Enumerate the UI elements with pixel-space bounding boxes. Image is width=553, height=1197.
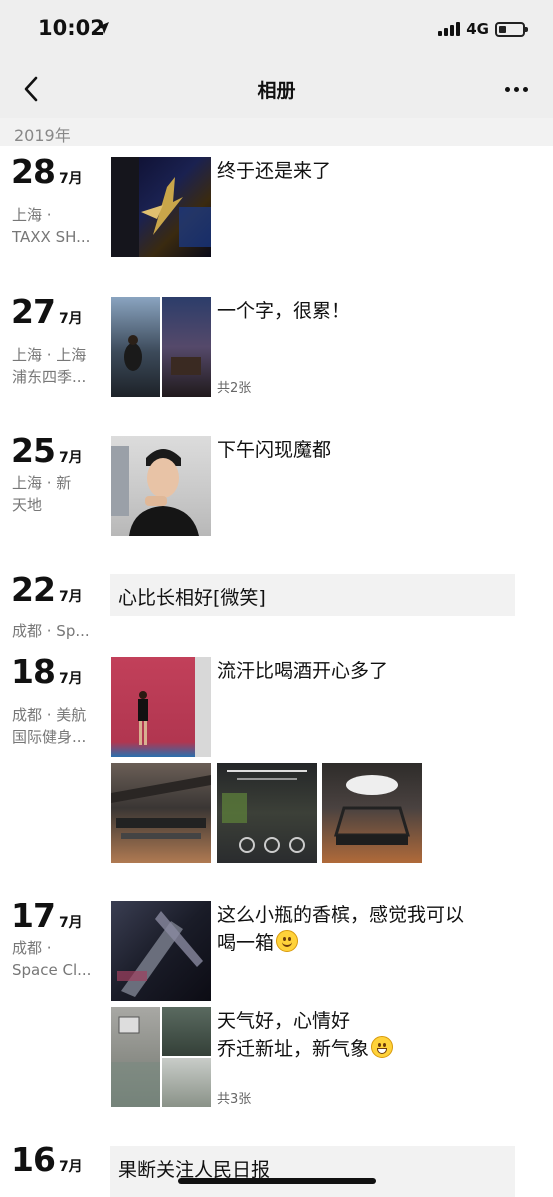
network-type: 4G	[466, 20, 489, 38]
photo-thumbnail[interactable]	[111, 297, 211, 397]
location-line: 成都 · 美航	[12, 706, 87, 724]
year-label: 2019年	[14, 126, 71, 145]
photo-thumbnail[interactable]	[111, 436, 211, 536]
entry-month: 7月	[58, 589, 83, 605]
location-line: Space Cl...	[12, 961, 92, 979]
photo-count: 共3张	[217, 1092, 252, 1107]
entry-location: 成都 · 美航 国际健身...	[12, 704, 107, 748]
location-arrow-icon	[96, 20, 110, 39]
signal-icon	[438, 22, 461, 36]
location-line: 成都 · Sp...	[12, 622, 90, 640]
entry-caption: 终于还是来了	[217, 160, 332, 182]
entry-caption: 流汗比喝酒开心多了	[217, 660, 389, 682]
entry-date: 22 7月	[11, 570, 83, 609]
location-line: 浦东四季...	[12, 368, 87, 386]
entry-month: 7月	[58, 671, 83, 687]
location-line: 上海 · 上海	[12, 346, 87, 364]
timeline-entry: 27 7月 上海 · 上海 浦东四季... 一个字，很累！ 共2张	[0, 292, 553, 407]
entry-caption-2: 天气好，心情好 乔迁新址，新气象	[217, 1007, 394, 1063]
page-title: 相册	[257, 80, 296, 102]
entry-date: 18 7月	[11, 652, 83, 691]
entry-location: 上海 · TAXX SH...	[12, 204, 107, 248]
timeline-entry: 18 7月 成都 · 美航 国际健身... 流汗比喝酒开心多了	[0, 652, 553, 867]
location-line: 天地	[12, 496, 43, 514]
entry-month: 7月	[58, 915, 83, 931]
timeline-entry: 17 7月 成都 · Space Cl... 这么小瓶的香槟，感觉我可以 喝一箱 …	[0, 896, 553, 1111]
photo-thumbnail[interactable]	[111, 901, 211, 1001]
entry-date: 17 7月	[11, 896, 83, 935]
entry-caption: 一个字，很累！	[217, 300, 351, 322]
photo-thumbnail[interactable]	[111, 157, 211, 257]
entry-date: 25 7月	[11, 431, 83, 470]
status-time: 10:02	[38, 16, 105, 40]
timeline-entry: 28 7月 上海 · TAXX SH... 终于还是来了	[0, 152, 553, 267]
entry-location: 上海 · 上海 浦东四季...	[12, 344, 107, 388]
timeline-entry: 25 7月 上海 · 新 天地 下午闪现魔都	[0, 431, 553, 546]
entry-date: 27 7月	[11, 292, 83, 331]
status-indicators: 4G	[438, 20, 528, 38]
text-post-card[interactable]: 果断关注人民日报	[110, 1146, 515, 1197]
photo-thumbnail[interactable]	[217, 763, 317, 863]
entry-day: 17	[11, 896, 56, 935]
caption-line: 喝一箱	[217, 929, 464, 957]
home-indicator[interactable]	[178, 1178, 376, 1184]
location-line: 上海 · 新	[12, 474, 72, 492]
entry-caption: 这么小瓶的香槟，感觉我可以 喝一箱	[217, 901, 464, 957]
entry-day: 16	[11, 1140, 56, 1179]
entry-location: 成都 · Space Cl...	[12, 937, 107, 981]
location-line: 上海 ·	[12, 206, 52, 224]
entry-day: 18	[11, 652, 56, 691]
year-header: 2019年	[0, 118, 553, 146]
entry-day: 27	[11, 292, 56, 331]
photo-count: 共2张	[217, 381, 252, 396]
location-line: 成都 ·	[12, 939, 52, 957]
entry-month: 7月	[58, 1159, 83, 1175]
battery-icon	[495, 21, 528, 37]
entry-date: 28 7月	[11, 152, 83, 191]
location-line: 国际健身...	[12, 728, 87, 746]
caption-line: 乔迁新址，新气象	[217, 1035, 394, 1063]
entry-day: 25	[11, 431, 56, 470]
entry-month: 7月	[58, 311, 83, 327]
caption-text: 乔迁新址，新气象	[217, 1038, 370, 1060]
text-post-card[interactable]: 心比长相好[微笑]	[110, 574, 515, 616]
entry-day: 28	[11, 152, 56, 191]
entry-caption: 心比长相好[微笑]	[118, 587, 266, 609]
entry-month: 7月	[58, 171, 83, 187]
entry-day: 22	[11, 570, 56, 609]
photo-thumbnail[interactable]	[111, 1007, 211, 1107]
smile-emoji-icon	[276, 930, 299, 952]
photo-thumbnail[interactable]	[111, 657, 211, 757]
entry-month: 7月	[58, 450, 83, 466]
entry-caption: 下午闪现魔都	[217, 439, 332, 461]
caption-line: 这么小瓶的香槟，感觉我可以	[217, 904, 465, 926]
timeline-entry: 22 7月 成都 · Sp... 心比长相好[微笑]	[0, 570, 553, 645]
status-bar: 10:02 4G	[0, 0, 553, 60]
more-dots-icon[interactable]	[501, 82, 531, 96]
photo-thumbnail[interactable]	[322, 763, 422, 863]
caption-line: 天气好，心情好	[217, 1010, 351, 1032]
entry-location: 上海 · 新 天地	[12, 472, 107, 516]
caption-text: 喝一箱	[217, 932, 275, 954]
timeline-entry: 16 7月 果断关注人民日报	[0, 1140, 553, 1197]
navigation-bar: 相册	[0, 60, 553, 118]
photo-thumbnail[interactable]	[111, 763, 211, 863]
location-line: TAXX SH...	[12, 228, 91, 246]
entry-location: 成都 · Sp...	[12, 620, 107, 642]
grin-emoji-icon	[371, 1036, 394, 1058]
entry-date: 16 7月	[11, 1140, 83, 1179]
